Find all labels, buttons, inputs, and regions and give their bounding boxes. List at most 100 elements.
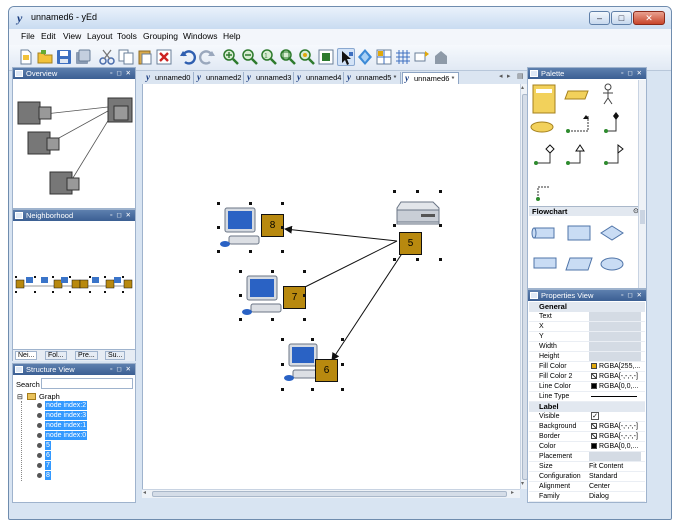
- selection-handle[interactable]: [217, 226, 220, 229]
- maximize-button[interactable]: □: [611, 11, 632, 25]
- neighborhood-canvas[interactable]: [14, 268, 134, 298]
- selection-handle[interactable]: [249, 250, 252, 253]
- doc-tab-unnamed2[interactable]: y unnamed2: [195, 72, 244, 84]
- prop-value[interactable]: Center: [589, 482, 641, 491]
- tree-item[interactable]: node index:1: [45, 421, 88, 430]
- selection-handle[interactable]: [416, 190, 419, 193]
- graph-node-5[interactable]: 5: [391, 190, 445, 264]
- scroll-up-icon[interactable]: ▴: [521, 84, 524, 91]
- prop-size[interactable]: Size Fit Content: [529, 462, 645, 472]
- prop-value[interactable]: [589, 452, 641, 461]
- prop-value[interactable]: RGBA[0,0,...: [589, 442, 641, 451]
- redo-button[interactable]: [198, 48, 216, 66]
- graph-node-6[interactable]: 6: [279, 338, 347, 392]
- selection-handle[interactable]: [416, 258, 419, 261]
- copy-button[interactable]: [117, 48, 135, 66]
- selection-handle[interactable]: [439, 258, 442, 261]
- scroll-left-icon[interactable]: ◂: [143, 489, 146, 496]
- tab-list-icon[interactable]: ▤: [517, 72, 524, 80]
- selection-handle[interactable]: [303, 318, 306, 321]
- tree-item[interactable]: node index:3: [45, 411, 88, 420]
- menu-help[interactable]: Help: [223, 31, 240, 41]
- prop-line-color[interactable]: Line Color RGBA[0,0,...: [529, 382, 645, 392]
- prop-configuration[interactable]: Configuration Standard: [529, 472, 645, 482]
- visible-checkbox[interactable]: ✓: [591, 412, 599, 420]
- graph-canvas[interactable]: 8 5 7 6: [142, 84, 520, 489]
- selection-handle[interactable]: [281, 363, 284, 366]
- selection-handle[interactable]: [249, 202, 252, 205]
- doc-tab-unnamed6[interactable]: y unnamed6 *: [402, 72, 459, 84]
- menu-edit[interactable]: Edit: [41, 31, 56, 41]
- tab-folder[interactable]: Fol...: [45, 351, 67, 360]
- selection-handle[interactable]: [439, 224, 442, 227]
- save-button[interactable]: [55, 48, 73, 66]
- group-button[interactable]: [432, 48, 450, 66]
- palette-shapes-top[interactable]: [530, 81, 640, 205]
- canvas-horizontal-scrollbar[interactable]: ◂ ▸: [142, 489, 520, 498]
- zoom-area-button[interactable]: [279, 48, 297, 66]
- edit-mode-button[interactable]: [337, 48, 355, 66]
- doc-tab-unnamed0[interactable]: yunnamed0 *: [144, 72, 194, 93]
- tree-item[interactable]: node index:2: [45, 401, 88, 410]
- selection-handle[interactable]: [393, 258, 396, 261]
- cut-button[interactable]: [98, 48, 116, 66]
- flowchart-shapes[interactable]: [530, 218, 640, 284]
- menu-windows[interactable]: Windows: [183, 31, 217, 41]
- prop-border[interactable]: Border RGBA[-,-,-,-]: [529, 432, 645, 442]
- selection-handle[interactable]: [281, 338, 284, 341]
- palette-scrollbar[interactable]: [638, 80, 646, 288]
- doc-tab-unnamed4[interactable]: y unnamed4: [295, 72, 344, 84]
- selection-handle[interactable]: [303, 294, 306, 297]
- prop-value[interactable]: ✓: [589, 412, 641, 421]
- panel-controls-icon[interactable]: ▫ ◻ ✕: [110, 210, 132, 221]
- prop-x[interactable]: X: [529, 322, 645, 332]
- prop-placement[interactable]: Placement: [529, 452, 645, 462]
- selection-handle[interactable]: [271, 270, 274, 273]
- prop-background[interactable]: Background RGBA[-,-,-,-]: [529, 422, 645, 432]
- tab-scroll-left-icon[interactable]: ◂: [499, 72, 503, 80]
- tab-predecessors[interactable]: Pre...: [75, 351, 98, 360]
- prop-line-type[interactable]: Line Type: [529, 392, 645, 402]
- edge-5-8[interactable]: [284, 225, 398, 242]
- panel-controls-icon[interactable]: ▫ ◻ ✕: [110, 68, 132, 79]
- selection-handle[interactable]: [341, 388, 344, 391]
- selection-handle[interactable]: [393, 224, 396, 227]
- prop-value[interactable]: RGBA[-,-,-,-]: [589, 372, 641, 381]
- fit-content-button[interactable]: [317, 48, 335, 66]
- prop-color[interactable]: Color RGBA[0,0,...: [529, 442, 645, 452]
- grid-button[interactable]: [375, 48, 393, 66]
- horizontal-scroll-thumb[interactable]: [152, 491, 507, 497]
- prop-visible[interactable]: Visible ✓: [529, 412, 645, 422]
- prop-value[interactable]: [589, 392, 641, 401]
- prop-value[interactable]: RGBA[255,...: [589, 362, 641, 371]
- prop-value[interactable]: RGBA[-,-,-,-]: [589, 422, 641, 431]
- selection-handle[interactable]: [239, 270, 242, 273]
- selection-handle[interactable]: [217, 250, 220, 253]
- selection-handle[interactable]: [281, 388, 284, 391]
- selection-handle[interactable]: [217, 202, 220, 205]
- prop-fill-color[interactable]: Fill Color RGBA[255,...: [529, 362, 645, 372]
- prop-height[interactable]: Height: [529, 352, 645, 362]
- prop-value[interactable]: [589, 312, 641, 321]
- prop-value[interactable]: [589, 342, 641, 351]
- selection-handle[interactable]: [311, 338, 314, 341]
- zoom-fit-button[interactable]: 1: [260, 48, 278, 66]
- prop-value[interactable]: [589, 322, 641, 331]
- selection-handle[interactable]: [439, 190, 442, 193]
- paste-button[interactable]: [136, 48, 154, 66]
- prop-value[interactable]: [589, 352, 641, 361]
- panel-controls-icon[interactable]: ▫ ◻ ✕: [621, 68, 643, 79]
- save-as-button[interactable]: [74, 48, 92, 66]
- prop-value[interactable]: RGBA[-,-,-,-]: [589, 432, 641, 441]
- tab-scroll-right-icon[interactable]: ▸: [507, 72, 511, 80]
- new-document-button[interactable]: [17, 48, 35, 66]
- scroll-down-icon[interactable]: ▾: [521, 480, 524, 487]
- prop-family[interactable]: Family Dialog: [529, 492, 645, 502]
- prop-width[interactable]: Width: [529, 342, 645, 352]
- menu-tools[interactable]: Tools: [117, 31, 137, 41]
- selection-handle[interactable]: [281, 202, 284, 205]
- tab-neighborhood[interactable]: Nei...: [15, 351, 38, 360]
- open-button[interactable]: [36, 48, 54, 66]
- zoom-in-button[interactable]: [222, 48, 240, 66]
- tree-item[interactable]: node index:0: [45, 431, 88, 440]
